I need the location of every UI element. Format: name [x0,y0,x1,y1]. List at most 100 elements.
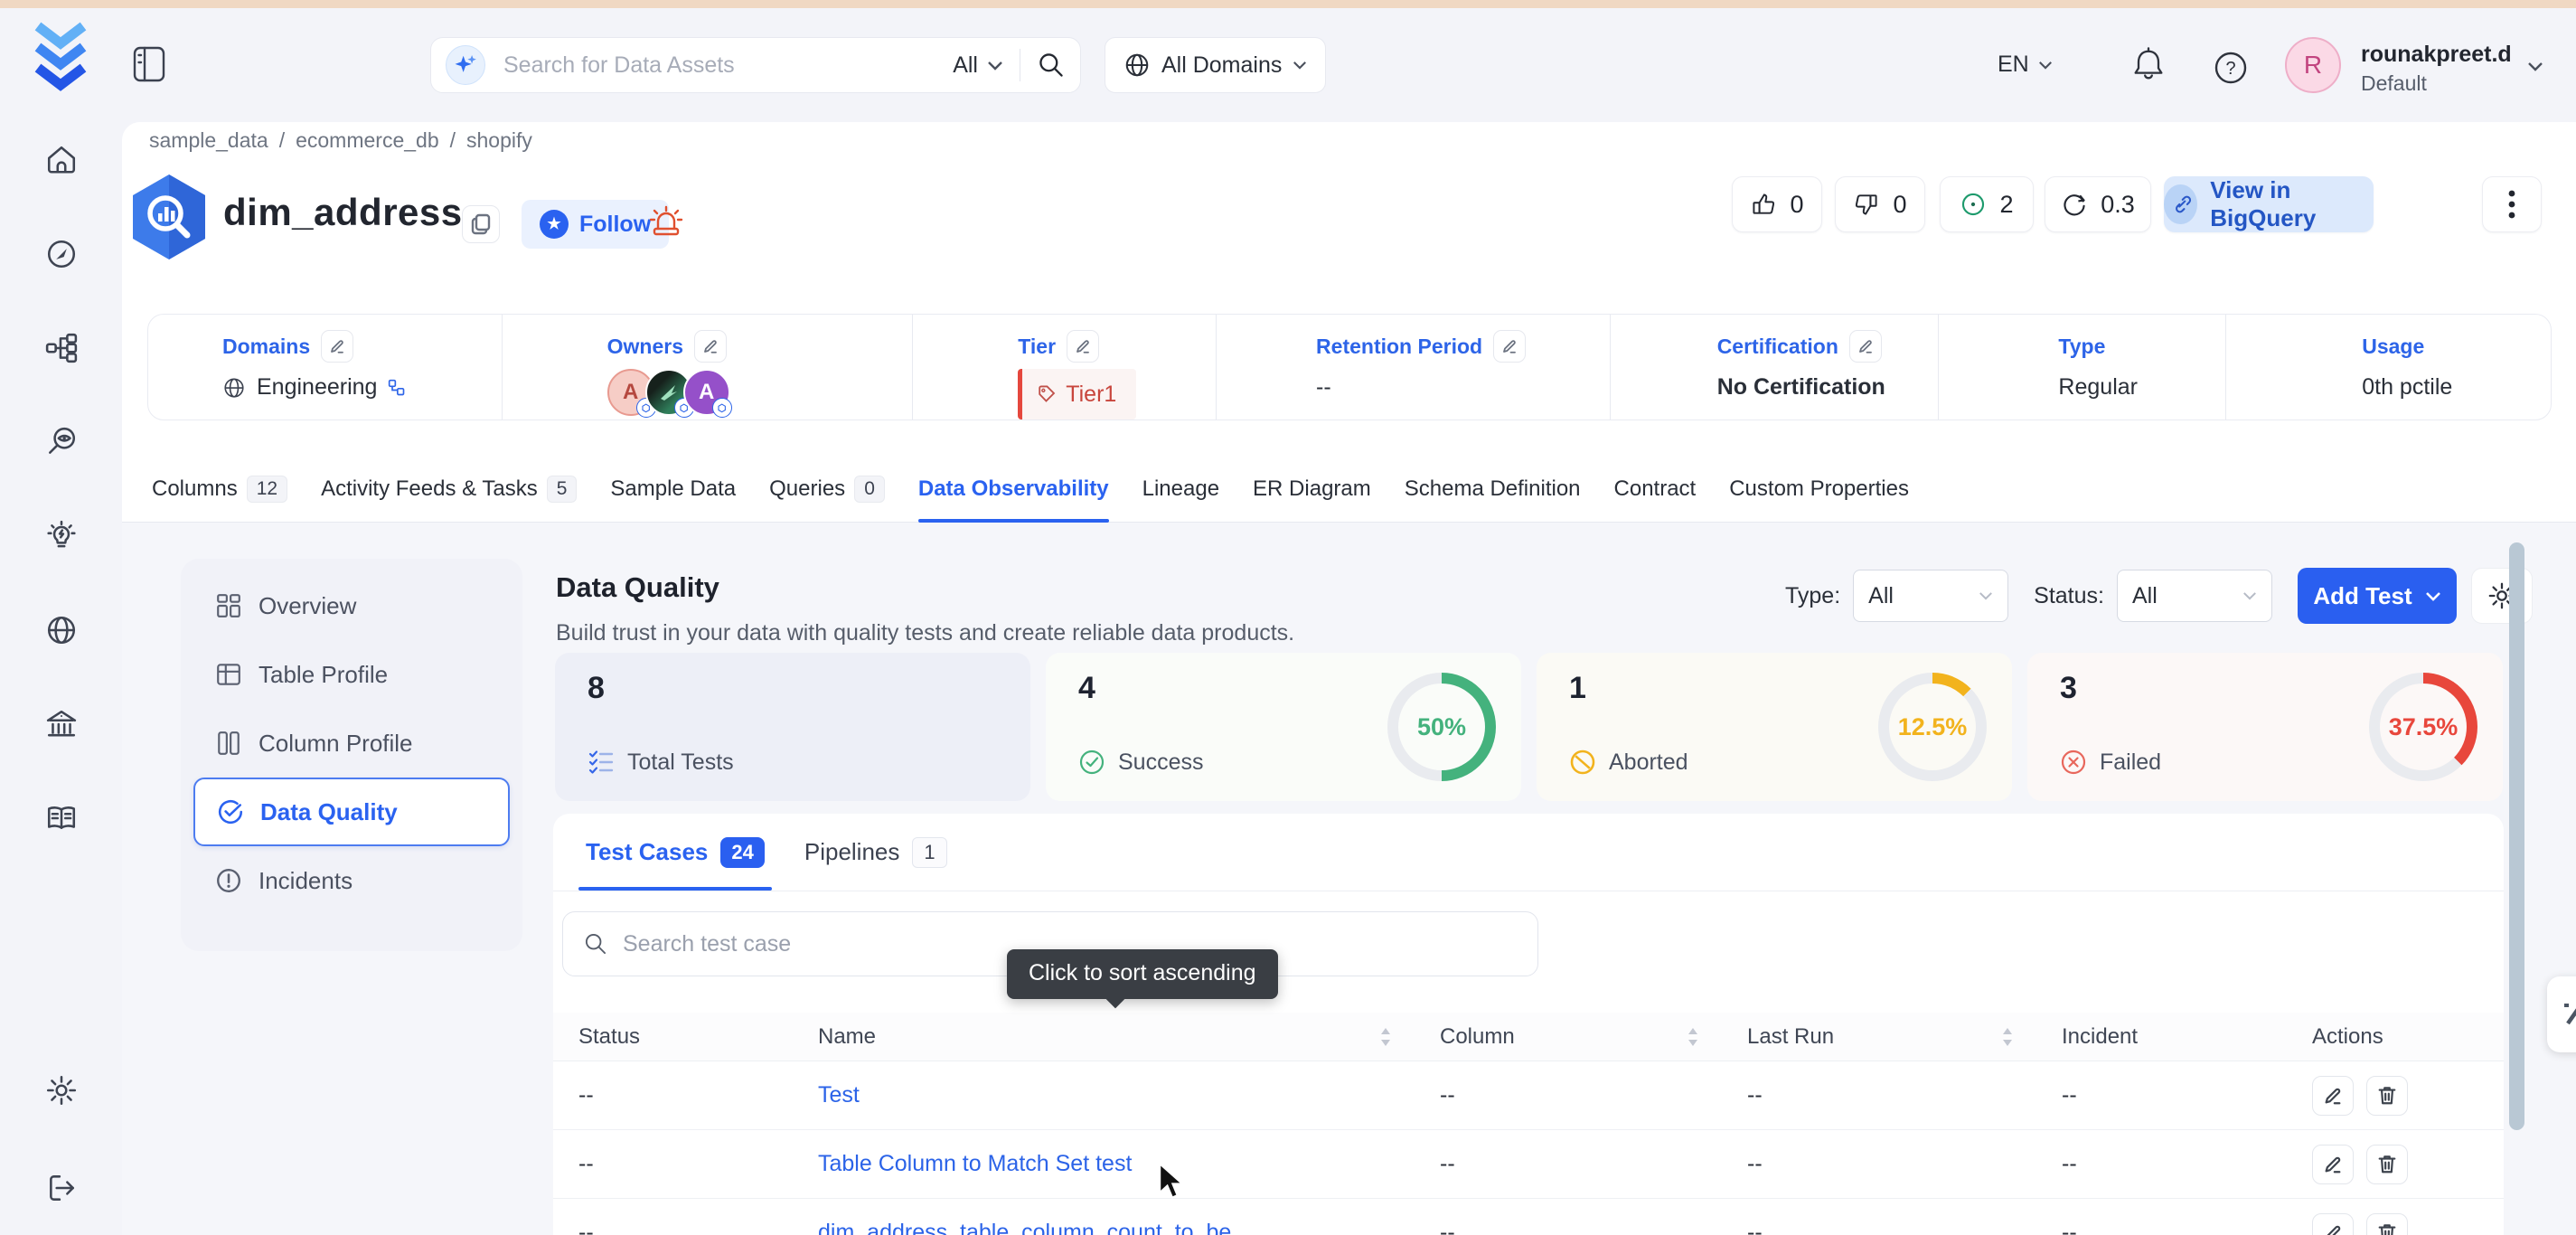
status-filter-select[interactable]: All [2117,570,2272,622]
metadata-domains: Domains Engineering [148,315,502,420]
edit-owners-button[interactable] [694,330,727,363]
edit-tier-button[interactable] [1067,330,1099,363]
entity-tab-bar: Columns 12 Activity Feeds & Tasks 5 Samp… [122,457,2576,523]
kebab-menu-icon [2508,189,2515,220]
entity-name: dim_address [223,191,463,234]
clock-dot-icon [1960,191,1987,218]
edit-certification-button[interactable] [1849,330,1882,363]
watch-count-button[interactable]: 2 [1940,176,2034,232]
tab-columns[interactable]: Columns 12 [152,457,287,522]
col-name[interactable]: Name [793,1013,1415,1061]
menu-table-profile[interactable]: Table Profile [193,640,510,709]
vertical-scrollbar[interactable] [2509,542,2524,1130]
nav-settings[interactable] [36,1065,87,1116]
tab-queries[interactable]: Queries 0 [769,457,885,522]
status-filter-value: All [2132,583,2158,609]
tab-contract[interactable]: Contract [1614,457,1697,522]
add-test-label: Add Test [2313,582,2411,610]
delete-test-button[interactable] [2366,1145,2408,1184]
nav-observability[interactable] [36,417,87,467]
tab-sample-data[interactable]: Sample Data [610,457,736,522]
nav-governance[interactable] [36,699,87,749]
notifications-button[interactable] [2129,46,2167,90]
menu-column-profile[interactable]: Column Profile [193,709,510,778]
tab-pipelines[interactable]: Pipelines 1 [804,814,947,891]
all-domains-dropdown[interactable]: All Domains [1105,37,1326,93]
chevron-down-icon[interactable] [2527,61,2543,72]
data-quality-filters: Type: All Status: All Add Test [1785,568,2533,624]
nav-logout[interactable] [36,1163,87,1213]
cell-incident: -- [2036,1199,2287,1235]
edit-test-button[interactable] [2312,1076,2354,1116]
success-donut-chart: 50% [1387,673,1496,781]
col-column[interactable]: Column [1415,1013,1722,1061]
announcement-alert-icon[interactable] [644,200,688,248]
tier-value: Tier1 [1066,382,1116,408]
cell-status: -- [553,1130,793,1198]
edit-domains-button[interactable] [321,330,353,363]
nav-home[interactable] [36,135,87,185]
tab-schema-definition[interactable]: Schema Definition [1405,457,1581,522]
tab-er-diagram[interactable]: ER Diagram [1253,457,1371,522]
delete-test-button[interactable] [2366,1076,2408,1116]
edit-test-button[interactable] [2312,1145,2354,1184]
aborted-donut-chart: 12.5% [1878,673,1987,781]
delete-test-button[interactable] [2366,1213,2408,1235]
owner-avatar-group[interactable]: A ⬡ ⬡ A ⬡ [607,369,913,416]
menu-data-quality[interactable]: Data Quality [193,778,510,846]
edit-retention-button[interactable] [1493,330,1526,363]
type-filter-select[interactable]: All [1853,570,2008,622]
tab-test-cases[interactable]: Test Cases 24 [586,814,765,891]
nav-explore[interactable] [36,229,87,279]
domains-value[interactable]: Engineering [257,374,377,401]
menu-overview[interactable]: Overview [193,571,510,640]
user-menu[interactable]: rounakpreet.d Default [2361,41,2512,97]
kpi-widget-button[interactable] [2547,976,2576,1052]
tab-lineage[interactable]: Lineage [1142,457,1219,522]
language-dropdown[interactable]: EN [1998,52,2053,78]
upvote-button[interactable]: 0 [1732,176,1822,232]
search-icon[interactable] [1037,51,1066,80]
test-case-link[interactable]: Test [818,1082,860,1108]
breadcrumb-database[interactable]: ecommerce_db [296,128,439,153]
nav-domains[interactable] [36,605,87,655]
test-case-link[interactable]: dim_address_table_column_count_to_be [818,1220,1231,1235]
sorter-icon[interactable] [1380,1027,1391,1047]
downvote-button[interactable]: 0 [1835,176,1925,232]
app-logo[interactable] [31,19,90,96]
nav-insights[interactable] [36,511,87,561]
more-actions-button[interactable] [2482,176,2542,232]
tab-data-observability[interactable]: Data Observability [918,457,1109,522]
add-test-button[interactable]: Add Test [2298,568,2457,624]
test-case-link[interactable]: Table Column to Match Set test [818,1151,1132,1177]
nav-sitemap[interactable] [36,323,87,373]
breadcrumb-service[interactable]: sample_data [149,128,268,153]
ai-sparkle-icon[interactable] [446,45,485,85]
user-avatar[interactable]: R [2285,37,2341,93]
team-badge-icon: ⬡ [712,398,732,418]
menu-incidents[interactable]: Incidents [193,846,510,915]
view-in-bigquery-button[interactable]: View in BigQuery [2164,176,2374,232]
tier-chip[interactable]: Tier1 [1018,369,1136,420]
version-button[interactable]: 0.3 [2045,176,2151,232]
sorter-icon[interactable] [2002,1027,2013,1047]
owner-avatar[interactable]: A ⬡ [683,369,730,416]
sidebar-toggle-icon[interactable] [132,44,166,89]
tab-activity-feeds[interactable]: Activity Feeds & Tasks 5 [321,457,577,522]
tab-count: 0 [854,476,885,503]
col-last-run[interactable]: Last Run [1722,1013,2036,1061]
version-number: 0.3 [2101,191,2135,219]
copy-name-button[interactable] [462,205,500,243]
tab-count: 24 [720,837,764,868]
global-search-input[interactable] [485,52,953,79]
subdomain-link-icon [388,379,406,397]
domains-label: Domains [222,335,310,359]
success-percent: 50% [1417,713,1466,741]
nav-glossary[interactable] [36,793,87,844]
sorter-icon[interactable] [1688,1027,1698,1047]
tab-custom-properties[interactable]: Custom Properties [1729,457,1909,522]
breadcrumb-schema[interactable]: shopify [466,128,532,153]
edit-test-button[interactable] [2312,1213,2354,1235]
help-button[interactable]: ? [2213,50,2249,90]
search-scope-dropdown[interactable]: All [953,52,1020,79]
